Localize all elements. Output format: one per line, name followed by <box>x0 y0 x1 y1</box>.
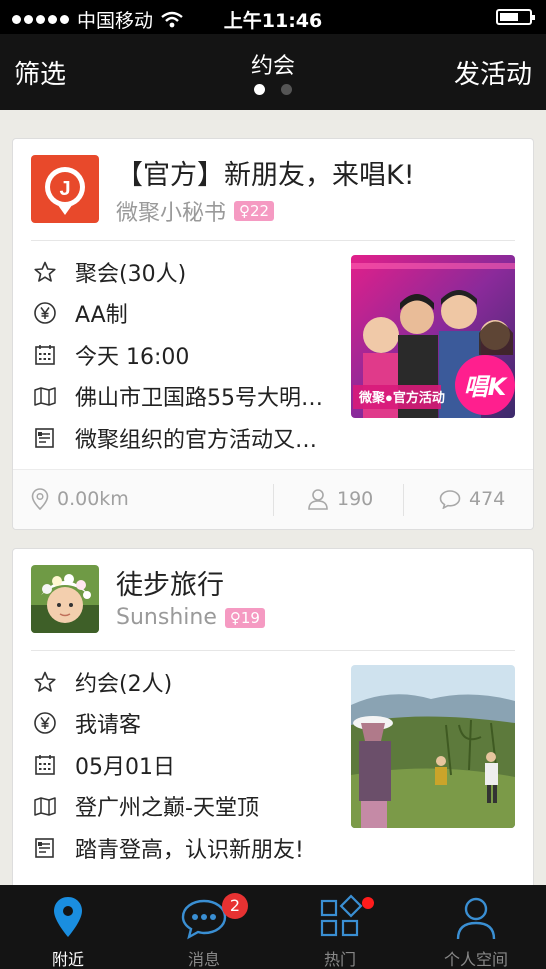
activity-time: 05月01日 <box>75 754 175 780</box>
unread-badge: 2 <box>222 893 248 919</box>
notification-dot <box>362 897 374 909</box>
page-dot <box>281 84 292 95</box>
status-bar: 中国移动 上午11:46 <box>0 0 546 34</box>
gender-age-badge: ♀22 <box>234 201 275 221</box>
divider <box>31 650 515 651</box>
tab-label: 热门 <box>323 950 356 969</box>
description-row: 微聚组织的官方活动又来啦! <box>33 417 333 459</box>
grid-icon <box>320 894 363 937</box>
tab-label: 消息 <box>187 950 220 969</box>
photo-text: 唱K <box>464 373 509 401</box>
organizer-line: Sunshine ♀19 <box>116 605 265 630</box>
chat-bubble-icon <box>181 899 227 940</box>
views-value: 190 <box>337 488 374 510</box>
status-time: 上午11:46 <box>223 10 323 32</box>
activity-info: 约会(2人) 我请客 05月01日 登广州之巅-天堂顶 踏青登高，认识新朋友! <box>33 661 333 869</box>
calendar-icon <box>35 344 55 365</box>
divider <box>31 240 515 241</box>
star-icon <box>34 261 56 282</box>
activity-photo[interactable]: 微聚●官方活动 唱K <box>351 255 515 418</box>
document-icon <box>35 427 54 448</box>
location-pin-icon <box>31 488 49 510</box>
person-icon <box>308 489 328 510</box>
post-activity-button[interactable]: 发活动 <box>454 54 532 91</box>
activity-card[interactable]: 徒步旅行 Sunshine ♀19 约会(2人) 我请客 05月01日 登广州之… <box>12 548 534 893</box>
gender-age-badge: ♀19 <box>224 607 265 628</box>
avatar[interactable] <box>31 565 99 633</box>
comment-icon <box>439 490 461 509</box>
comments-count[interactable]: 474 <box>439 488 505 510</box>
activity-location: 佛山市卫国路55号大明… <box>75 386 323 412</box>
activity-photo[interactable] <box>351 665 515 828</box>
activity-type: 约会(2人) <box>75 671 173 697</box>
distance-info: 0.00km <box>31 488 129 510</box>
description-row: 踏青登高，认识新朋友! <box>33 827 333 869</box>
tab-messages[interactable]: 2 消息 <box>136 885 272 969</box>
payment-type: AA制 <box>75 303 128 329</box>
location-pin-icon <box>54 897 82 937</box>
yen-icon <box>34 302 56 325</box>
activity-type-row: 聚会(30人) <box>33 251 333 293</box>
tab-profile[interactable]: 个人空间 <box>408 885 544 969</box>
location-row: 佛山市卫国路55号大明… <box>33 376 333 418</box>
payment-type: 我请客 <box>75 713 142 739</box>
tab-hot[interactable]: 热门 <box>272 885 408 969</box>
comments-value: 474 <box>469 488 506 510</box>
distance-value: 0.00km <box>57 488 129 510</box>
payment-row: 我请客 <box>33 703 333 745</box>
tab-label: 个人空间 <box>443 950 508 969</box>
nav-bar: 筛选 约会 发活动 <box>0 34 546 110</box>
tab-nearby[interactable]: 附近 <box>0 885 136 969</box>
photo-caption: 微聚●官方活动 <box>358 390 445 405</box>
activity-description: 踏青登高，认识新朋友! <box>75 837 304 863</box>
star-icon <box>34 671 56 692</box>
activity-time: 今天 16:00 <box>75 344 190 370</box>
footer-divider <box>403 484 404 516</box>
time-row: 05月01日 <box>33 744 333 786</box>
document-icon <box>35 837 54 858</box>
avatar[interactable]: J <box>31 155 99 223</box>
payment-row: AA制 <box>33 293 333 335</box>
tab-bar: 附近 2 消息 热门 个人空间 <box>0 885 546 969</box>
svg-text:J: J <box>59 178 70 200</box>
organizer-line: 微聚小秘书 ♀22 <box>116 195 275 227</box>
page-dot-active <box>254 84 265 95</box>
organizer-name[interactable]: Sunshine <box>116 605 217 630</box>
footer-divider <box>273 484 274 516</box>
activity-type: 聚会(30人) <box>75 261 187 287</box>
card-title: 徒步旅行 <box>116 570 224 601</box>
calendar-icon <box>35 754 55 775</box>
activity-type-row: 约会(2人) <box>33 661 333 703</box>
activity-description: 微聚组织的官方活动又来啦! <box>75 427 333 453</box>
activity-info: 聚会(30人) AA制 今天 16:00 佛山市卫国路55号大明… 微聚组织的官… <box>33 251 333 459</box>
card-footer: 0.00km 190 474 <box>13 469 533 529</box>
organizer-name[interactable]: 微聚小秘书 <box>116 195 226 227</box>
map-icon <box>34 797 56 816</box>
location-row: 登广州之巅-天堂顶 <box>33 786 333 828</box>
activity-location: 登广州之巅-天堂顶 <box>75 796 259 822</box>
yen-icon <box>34 712 56 735</box>
tab-label: 附近 <box>51 950 84 969</box>
card-title: 【官方】新朋友，来唱K! <box>116 160 415 191</box>
time-row: 今天 16:00 <box>33 334 333 376</box>
activity-card[interactable]: J 【官方】新朋友，来唱K! 微聚小秘书 ♀22 聚会(30人) AA制 今天 … <box>12 138 534 530</box>
participants-count[interactable]: 190 <box>307 488 373 510</box>
battery-icon <box>496 9 535 25</box>
map-icon <box>34 387 56 406</box>
person-icon <box>456 897 496 940</box>
